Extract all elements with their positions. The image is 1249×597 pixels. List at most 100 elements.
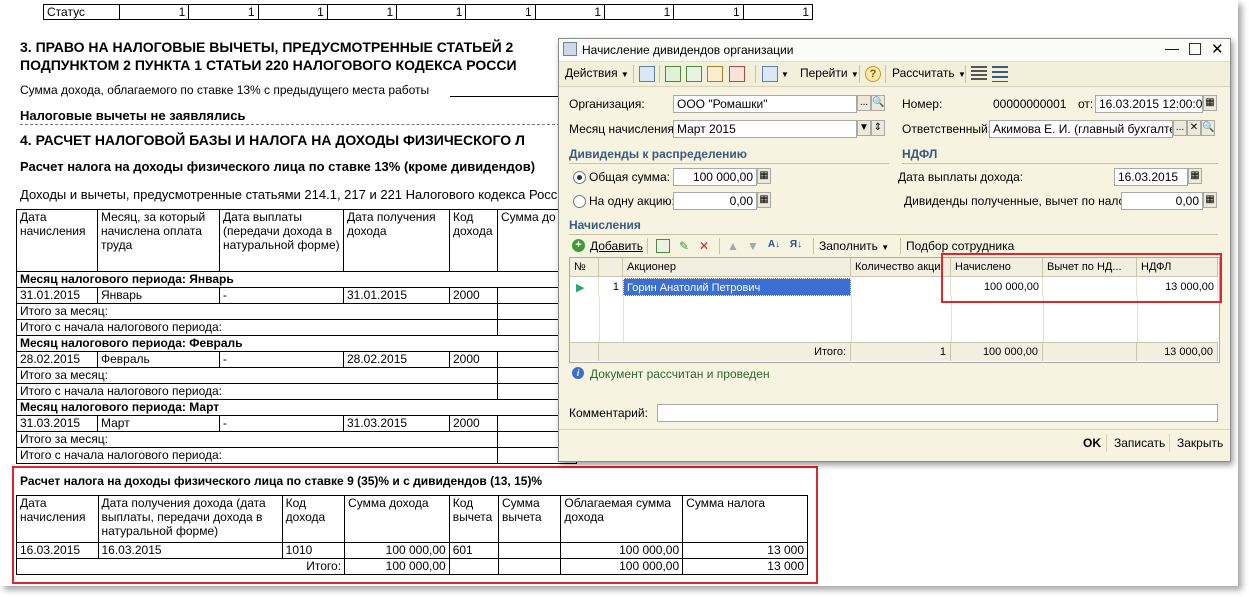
print-icon[interactable] [707,66,723,82]
chevron-down-icon[interactable]: ▼ [857,120,871,136]
post-close-icon[interactable] [639,66,655,82]
move-down-icon[interactable]: ▼ [746,239,760,253]
calendar-icon[interactable]: ▦ [1203,95,1217,111]
total-income: 100 000,00 [344,558,450,575]
save-button[interactable]: Записать [1114,436,1165,450]
spinner-icon[interactable]: ⇕ [871,120,885,136]
month-field[interactable]: Март 2015 [673,120,857,138]
number-field[interactable]: 00000000001 [989,95,1075,113]
document-icon [563,42,577,56]
add-button[interactable]: Добавить [590,239,643,253]
table-cell: - [219,415,344,432]
calculator-icon[interactable]: ▦ [1203,192,1217,208]
divider [902,163,1218,164]
separator [885,65,886,83]
calculator-icon[interactable]: ▦ [757,192,771,208]
search-icon[interactable]: 🔍 [871,95,885,111]
actions-label: Действия [565,66,618,80]
col-header: Сумма дохода [344,495,450,543]
table-cell: 31.01.2015 [16,287,98,304]
unpost-icon[interactable] [729,66,745,82]
col-header: Дата получения дохода (дата выплаты, пер… [97,495,283,543]
calculate-menu[interactable]: Рассчитать ▼ [892,66,966,80]
status-cell: 1 [396,4,467,20]
refresh-icon[interactable] [665,66,681,82]
select-button[interactable]: ... [857,95,871,111]
pay-date-field[interactable]: 16.03.2015 [1114,168,1188,186]
month-group-row: Месяц налогового периода: Март [16,399,577,416]
footer-total-accrued: 100 000,00 [951,342,1043,361]
close-icon[interactable]: ✕ [1211,40,1224,58]
table-cell: 1010 [281,542,346,559]
move-up-icon[interactable]: ▲ [726,239,740,253]
shareholder-cell[interactable]: Горин Анатолий Петрович [623,278,851,296]
div-received-field[interactable]: 0,00 [1121,192,1203,210]
separator [755,65,756,83]
col-header-shareholder[interactable]: Акционер [623,258,851,277]
col-header-num[interactable]: № [570,258,599,277]
actions-menu[interactable]: Действия ▼ [565,66,629,80]
separator [900,238,901,254]
total-sum-field[interactable]: 100 000,00 [673,168,757,186]
shares-cell[interactable] [851,278,951,296]
window-titlebar: Начисление дивидендов организации — ✕ [559,39,1230,62]
structure-icon[interactable] [762,66,778,82]
col-header: Дата начисления [16,495,99,543]
calc13-title: Расчет налога на доходы физического лица… [20,159,536,174]
table-cell: 2000 [449,287,498,304]
total-sum-radio[interactable] [573,171,586,184]
dividend-table: Дата начисления Дата получения дохода (д… [15,495,808,575]
post-icon[interactable] [686,66,702,82]
table-cell: Март [97,415,220,432]
separator [859,65,860,83]
copy-icon[interactable] [656,239,670,253]
col-header: Код вычета [448,495,500,543]
table-cell: 601 [448,542,500,559]
sort-asc-icon[interactable]: A↓ [767,238,781,252]
maximize-icon[interactable] [1189,43,1201,55]
section3-title-line2: ПОДПУНКТОМ 2 ПУНКТА 1 СТАТЬИ 220 НАЛОГОВ… [20,57,517,73]
calendar-icon[interactable]: ▦ [1188,168,1202,184]
select-employee-button[interactable]: Подбор сотрудника [906,239,1014,253]
date-field[interactable]: 16.03.2015 12:00:00 [1095,95,1203,113]
ok-button[interactable]: OK [1083,436,1101,450]
window-title: Начисление дивидендов организации [582,43,794,57]
dividend-accrual-window: Начисление дивидендов организации — ✕ Де… [558,38,1231,462]
row-number: 1 [599,278,623,296]
select-button[interactable]: ... [1173,120,1187,136]
close-button[interactable]: Закрыть [1177,436,1223,450]
total-taxable: 100 000,00 [560,558,684,575]
comment-field[interactable] [657,404,1218,422]
search-icon[interactable]: 🔍 [1201,120,1215,136]
edit-icon[interactable]: ✎ [677,239,691,253]
dropdown-arrow-icon[interactable]: ▼ [781,70,789,79]
separator [633,65,634,83]
table-cell [497,542,562,559]
calculator-icon[interactable]: ▦ [757,168,771,184]
main-toolbar: Действия ▼ ▼ Перейти ▼ ? Рассчитать ▼ [559,62,1230,87]
help-icon[interactable]: ? [865,66,881,82]
goto-menu[interactable]: Перейти ▼ [800,66,859,80]
clear-icon[interactable]: ✕ [1187,120,1201,136]
minimize-icon[interactable]: — [1165,40,1179,56]
responsible-field[interactable]: Акимова Е. И. (главный бухгалтер) [989,120,1173,138]
sum-income-text: Сумма дохода, облагаемого по ставке 13% … [20,83,430,97]
list-icon[interactable] [992,66,1008,82]
fill-label: Заполнить [819,239,878,253]
status-label: Статус [43,4,120,20]
table-cell: 28.02.2015 [16,351,98,368]
table-cell: 13 000 [682,542,808,559]
col-header-shares[interactable]: Количество акци [851,258,951,277]
sort-desc-icon[interactable]: Я↓ [789,238,803,252]
per-share-field[interactable]: 0,00 [673,192,757,210]
table-settings-icon[interactable] [971,66,987,82]
goto-label: Перейти [800,66,848,80]
organization-field[interactable]: ООО "Ромашки" [673,95,857,113]
fill-menu[interactable]: Заполнить ▼ [819,239,889,253]
footer-total-shares: 1 [851,342,951,361]
col-header-icon[interactable] [599,258,623,277]
status-table: Статус 1 1 1 1 1 1 1 1 1 1 [43,4,814,20]
separator [1169,434,1170,452]
per-share-radio[interactable] [573,195,586,208]
delete-icon[interactable]: ✕ [697,239,711,253]
